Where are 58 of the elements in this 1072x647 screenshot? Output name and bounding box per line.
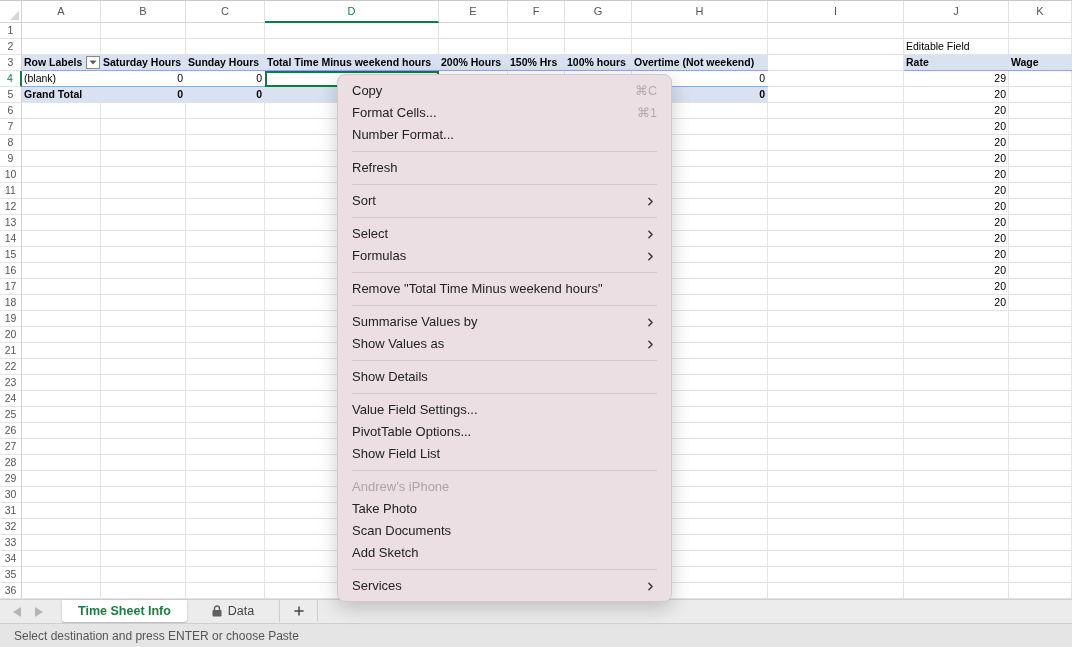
table-header-cell: 150% Hrs xyxy=(508,55,565,71)
table-cell-text: 20 xyxy=(993,167,1007,182)
table-header-cell: Overtime (Not weekend) xyxy=(632,55,768,71)
header-label: Row Labels xyxy=(24,55,83,70)
table-cell-text: 20 xyxy=(993,151,1007,166)
table-header-cell: Rate xyxy=(904,55,1009,71)
menu-item[interactable]: Value Field Settings... xyxy=(338,399,671,421)
shortcut-text: ⌘1 xyxy=(637,104,657,122)
table-cell: Grand Total xyxy=(22,87,101,103)
table-cell-text: 20 xyxy=(993,183,1007,198)
menu-item[interactable]: Refresh xyxy=(338,157,671,179)
table-cell-text: 20 xyxy=(993,215,1007,230)
table-cell-text: 29 xyxy=(993,71,1007,86)
menu-item[interactable]: Summarise Values by xyxy=(338,311,671,333)
plus-icon xyxy=(291,604,306,618)
table-cell-text: 20 xyxy=(993,231,1007,246)
menu-item[interactable]: Take Photo xyxy=(338,498,671,520)
corner-triangle-icon xyxy=(10,11,19,20)
table-cell-text: 20 xyxy=(993,199,1007,214)
table-cell-text: Editable Field xyxy=(905,39,971,54)
status-text: Select destination and press ENTER or choose Paste xyxy=(14,627,299,645)
table-header-cell: 100% hours xyxy=(565,55,632,71)
menu-item[interactable]: Show Field List xyxy=(338,443,671,465)
left-triangle-icon[interactable] xyxy=(13,606,21,617)
table-cell-text: 20 xyxy=(993,103,1007,118)
menu-item[interactable]: Remove "Total Time Minus weekend hours" xyxy=(338,278,671,300)
table-cell: 0 xyxy=(101,87,186,103)
table-cell-text: 20 xyxy=(993,87,1007,102)
table-header-cell: Sunday Hours xyxy=(186,55,265,71)
menu-item[interactable]: PivotTable Options... xyxy=(338,421,671,443)
table-cell-text: 20 xyxy=(993,119,1007,134)
menu-item[interactable]: Show Values as xyxy=(338,333,671,355)
sheet-tab[interactable]: Data xyxy=(187,600,280,622)
menu-item[interactable]: Services xyxy=(338,575,671,597)
sheet-tab[interactable]: Time Sheet Info xyxy=(62,600,187,622)
table-cell: 0 xyxy=(186,87,265,103)
select-all-button[interactable] xyxy=(0,1,22,23)
table-cell-text: 20 xyxy=(993,279,1007,294)
table-header-cell: Wage xyxy=(1009,55,1072,71)
menu-item[interactable]: Select xyxy=(338,223,671,245)
table-cell: 0 xyxy=(186,71,265,87)
table-cell: 0 xyxy=(101,71,186,87)
table-cell-text: 20 xyxy=(993,295,1007,310)
table-header-cell: 200% Hours xyxy=(439,55,508,71)
table-cell-text: 20 xyxy=(993,247,1007,262)
table-header-cell: Saturday Hours xyxy=(101,55,186,71)
table-cell-text: 20 xyxy=(993,135,1007,150)
table-cell-text: 20 xyxy=(993,263,1007,278)
right-triangle-icon[interactable] xyxy=(35,606,43,617)
menu-item[interactable]: Scan Documents xyxy=(338,520,671,542)
table-cell: (blank) xyxy=(22,71,101,87)
menu-item[interactable]: Show Details xyxy=(338,366,671,388)
menu-item[interactable]: Format Cells... ⌘1 xyxy=(338,102,671,124)
menu-item[interactable]: Add Sketch xyxy=(338,542,671,564)
menu-item[interactable]: Formulas xyxy=(338,245,671,267)
menu-item[interactable]: Number Format... xyxy=(338,124,671,146)
table-header-cell: Total Time Minus weekend hours xyxy=(265,55,439,71)
menu-item[interactable]: Sort xyxy=(338,190,671,212)
